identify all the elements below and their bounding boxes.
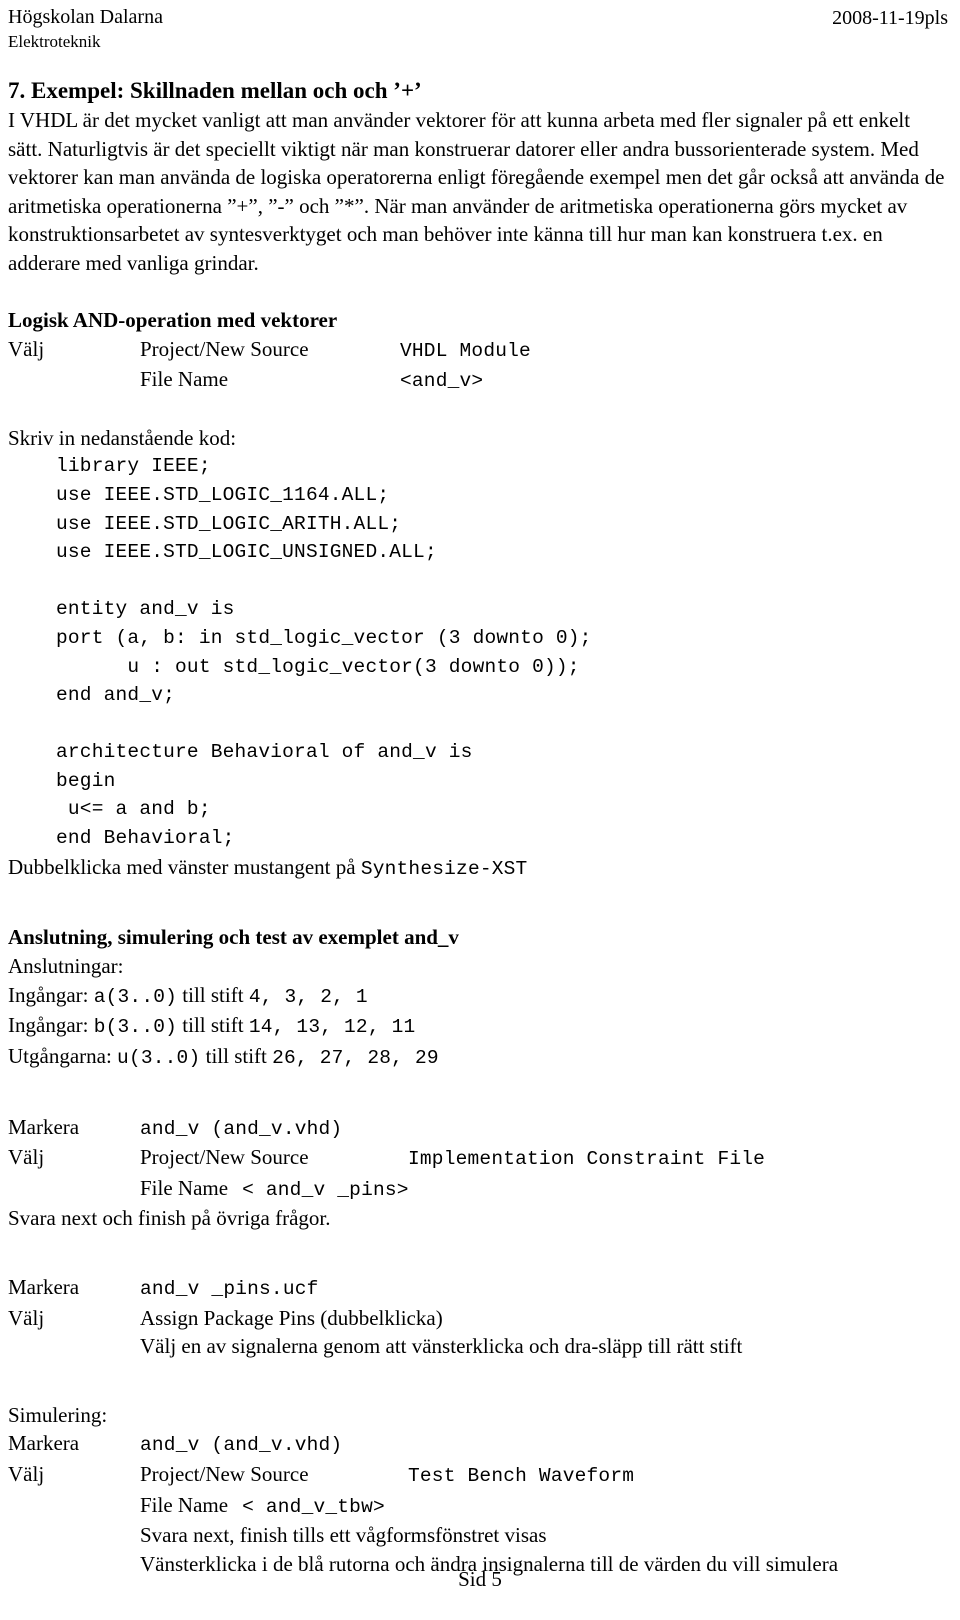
row-action: Markera (8, 1275, 80, 1299)
vhdl-code-block: library IEEE; use IEEE.STD_LOGIC_1164.AL… (56, 452, 948, 852)
connection-signal: u(3..0) (117, 1047, 201, 1070)
row-item: File Name (140, 1492, 229, 1517)
code-line: u : out std_logic_vector(3 downto 0)); (56, 655, 580, 678)
ucf-row: Välj Project/New Source Implementation C… (8, 1143, 948, 1174)
ucf-note: Svara next och finish på övriga frågor. (8, 1206, 331, 1231)
code-line: architecture Behavioral of and_v is (56, 741, 473, 764)
and-operation-heading: Logisk AND-operation med vektorer (8, 307, 338, 332)
code-line: u<= a and b; (56, 798, 211, 821)
synthesize-instruction: Dubbelklicka med vänster mustangent på S… (8, 853, 948, 884)
code-line: use IEEE.STD_LOGIC_UNSIGNED.ALL; (56, 541, 437, 564)
page-footer: Sid 5 (0, 1567, 960, 1592)
code-line: end and_v; (56, 684, 176, 707)
connection-line: Utgångarna: u(3..0) till stift 26, 27, 2… (8, 1042, 948, 1073)
row-action: Välj (8, 1305, 45, 1330)
pins-row: Välj en av signalerna genom att vänsterk… (8, 1332, 948, 1361)
simulation-note: Svara next, finish tills ett vågformsfön… (140, 1523, 547, 1548)
code-line: port (a, b: in std_logic_vector (3 downt… (56, 626, 592, 649)
connection-mid-text: till stift (177, 1013, 249, 1038)
row-value: and_v _pins.ucf (140, 1278, 319, 1300)
code-line: library IEEE; (56, 455, 211, 478)
row-item: Project/New Source (140, 1145, 309, 1170)
row-value: Implementation Constraint File (408, 1148, 766, 1171)
code-line: use IEEE.STD_LOGIC_1164.ALL; (56, 483, 390, 506)
ucf-row: File Name < and_v _pins> (8, 1174, 948, 1205)
pins-row: Välj Assign Package Pins (dubbelklicka) (8, 1304, 948, 1333)
row-action: Markera (8, 1114, 80, 1139)
row-action: Välj (8, 1461, 45, 1486)
row-item: File Name (140, 367, 229, 392)
connection-pins: 26, 27, 28, 29 (272, 1047, 439, 1070)
row-value: <and_v> (400, 370, 484, 393)
connection-line: Ingångar: a(3..0) till stift 4, 3, 2, 1 (8, 981, 948, 1012)
row-item: Assign Package Pins (dubbelklicka) (140, 1305, 443, 1330)
simulation-row: File Name < and_v_tbw> (8, 1491, 948, 1522)
row-item: Project/New Source (140, 1461, 309, 1486)
row-item: Project/New Source (140, 336, 309, 361)
synthesize-prefix-text: Dubbelklicka med vänster mustangent på (8, 854, 361, 879)
simulation-row: Välj Project/New Source Test Bench Wavef… (8, 1460, 948, 1491)
and-operation-row: Välj Project/New Source VHDL Module (8, 335, 948, 366)
simulation-note-row: Svara next, finish tills ett vågformsfön… (8, 1521, 948, 1550)
connection-mid-text: till stift (200, 1044, 273, 1069)
row-value: < and_v_tbw> (242, 1495, 385, 1518)
connection-label: Ingångar: (8, 1013, 94, 1038)
code-line: entity and_v is (56, 598, 235, 621)
code-line: use IEEE.STD_LOGIC_ARITH.ALL; (56, 512, 402, 535)
connection-signal: b(3..0) (93, 1016, 178, 1039)
and-operation-row: File Name <and_v> (8, 365, 948, 396)
code-line: begin (56, 769, 116, 792)
department-name: Elektroteknik (8, 32, 101, 51)
organisation-name: Högskolan Dalarna (8, 6, 163, 28)
connection-label: Ingångar: (8, 982, 94, 1007)
connection-pins: 14, 13, 12, 11 (248, 1016, 416, 1039)
row-value: VHDL Module (400, 339, 531, 362)
document-date: 2008-11-19pls (832, 7, 948, 29)
simulation-row: Markera and_v (and_v.vhd) (8, 1429, 948, 1460)
row-item: Välj en av signalerna genom att vänsterk… (140, 1334, 743, 1359)
row-value: and_v (and_v.vhd) (140, 1434, 343, 1457)
row-action: Markera (8, 1431, 80, 1456)
simulation-heading: Simulering: (8, 1402, 108, 1427)
row-item: File Name (140, 1175, 229, 1200)
connection-label: Utgångarna: (8, 1044, 118, 1069)
connection-signal: a(3..0) (93, 985, 178, 1008)
ucf-row: Markera and_v (and_v.vhd) (8, 1113, 948, 1144)
section-heading: 7. Exempel: Skillnaden mellan och och ’+… (8, 78, 422, 103)
intro-paragraph: I VHDL är det mycket vanligt att man anv… (8, 108, 945, 275)
page-number-label: Sid 5 (458, 1567, 502, 1591)
connection-heading: Anslutning, simulering och test av exemp… (8, 925, 459, 950)
document-page: Högskolan Dalarna Elektroteknik 2008-11-… (0, 0, 960, 1620)
code-line: end Behavioral; (56, 827, 235, 850)
connection-pins: 4, 3, 2, 1 (248, 985, 368, 1008)
connection-line: Ingångar: b(3..0) till stift 14, 13, 12,… (8, 1011, 948, 1042)
page-header: Högskolan Dalarna Elektroteknik 2008-11-… (8, 0, 948, 58)
row-value: and_v (and_v.vhd) (140, 1117, 343, 1140)
row-value: Test Bench Waveform (408, 1464, 635, 1487)
pins-row: Markera and_v _pins.ucf (8, 1273, 948, 1304)
row-value: < and_v _pins> (242, 1178, 409, 1201)
code-prompt: Skriv in nedanstående kod: (8, 425, 237, 450)
connection-mid-text: till stift (177, 982, 249, 1007)
connection-subheading: Anslutningar: (8, 954, 124, 979)
row-action: Välj (8, 1145, 45, 1170)
row-action: Välj (8, 336, 45, 361)
synthesize-xst-label: Synthesize-XST (360, 857, 528, 880)
